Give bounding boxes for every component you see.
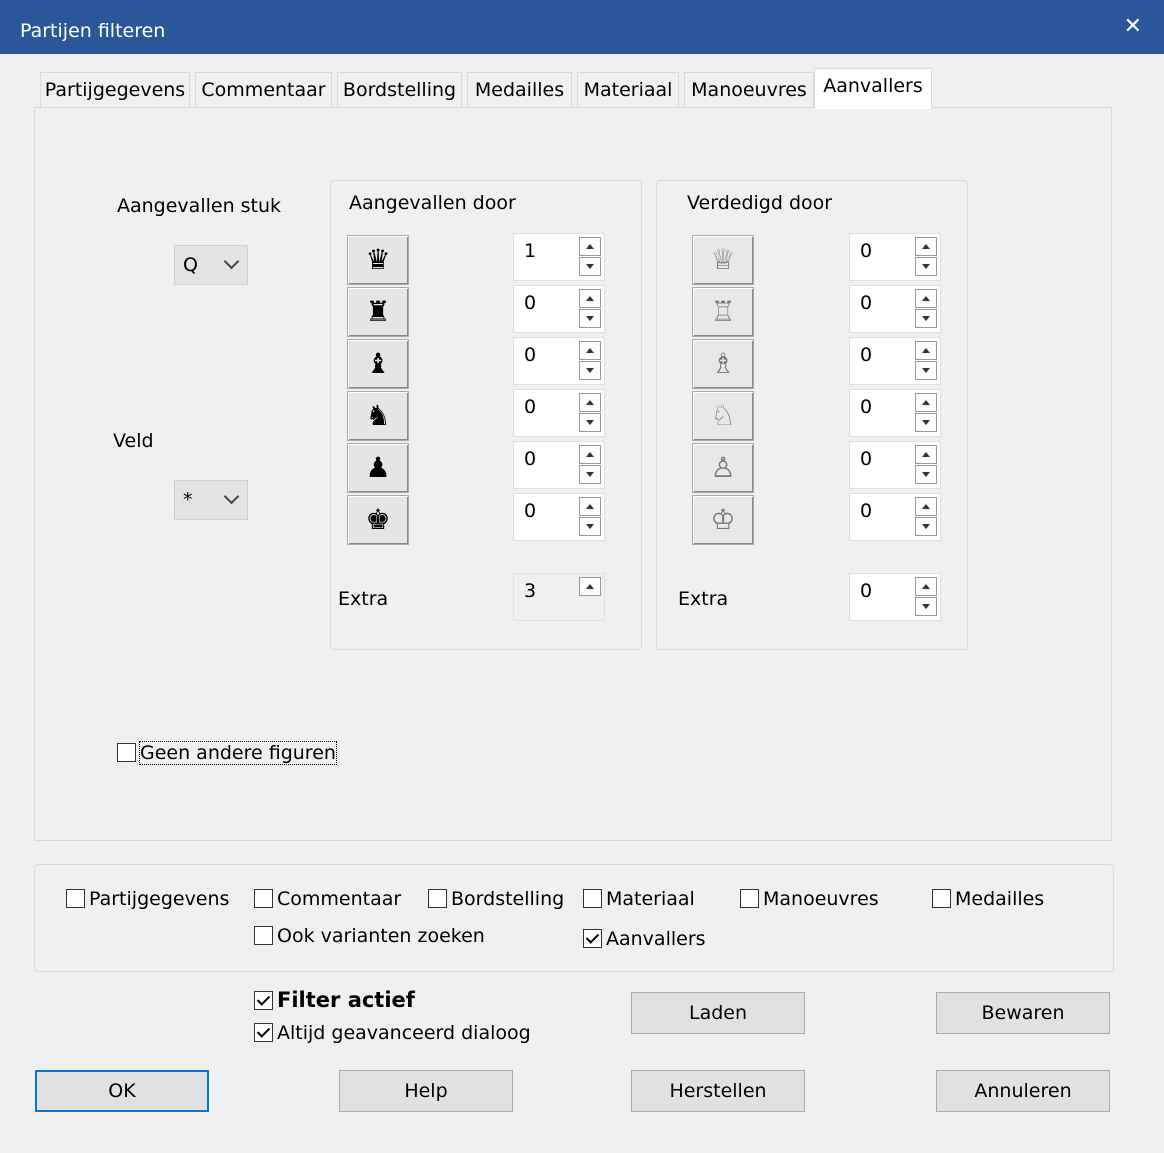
spin-down-icon[interactable] <box>579 465 601 484</box>
spin-up-icon[interactable] <box>915 497 937 516</box>
spin-down-icon[interactable] <box>579 257 601 276</box>
white-rook-icon[interactable]: ♖ <box>692 287 754 337</box>
annuleren-button[interactable]: Annuleren <box>936 1070 1110 1112</box>
attacked-by-title: Aangevallen door <box>349 192 516 214</box>
pawn-icon[interactable]: ♟ <box>347 443 409 493</box>
check-medailles[interactable]: Medailles <box>932 888 1044 910</box>
spin-up-icon[interactable] <box>915 237 937 256</box>
attacker-rook-spinner[interactable]: 0 <box>513 285 605 333</box>
spin-up-icon[interactable] <box>579 577 601 596</box>
spin-up-icon[interactable] <box>579 289 601 308</box>
spin-up-icon[interactable] <box>915 289 937 308</box>
help-button[interactable]: Help <box>339 1070 513 1112</box>
attacker-queen-spinner[interactable]: 1 <box>513 233 605 281</box>
spin-down-icon[interactable] <box>915 597 937 616</box>
attacked-piece-label: Aangevallen stuk <box>117 195 282 217</box>
white-king-icon[interactable]: ♔ <box>692 495 754 545</box>
check-aanvallers[interactable]: Aanvallers <box>583 928 706 950</box>
altijd-geavanceerd-checkbox[interactable]: Altijd geavanceerd dialoog <box>254 1022 531 1044</box>
attacker-bishop-spinner[interactable]: 0 <box>513 337 605 385</box>
attacker-extra-spinner[interactable]: 3 <box>513 573 605 621</box>
defender-queen-spinner[interactable]: 0 <box>849 233 941 281</box>
white-bishop-icon[interactable]: ♗ <box>692 339 754 389</box>
chevron-down-icon <box>223 488 240 505</box>
checkbox-box[interactable] <box>117 743 136 762</box>
attacker-knight-spinner[interactable]: 0 <box>513 389 605 437</box>
spin-down-icon[interactable] <box>915 413 937 432</box>
square-select[interactable]: * <box>174 480 248 520</box>
attacker-king-spinner[interactable]: 0 <box>513 493 605 541</box>
king-icon[interactable]: ♚ <box>347 495 409 545</box>
white-knight-icon[interactable]: ♘ <box>692 391 754 441</box>
spin-down-icon[interactable] <box>579 309 601 328</box>
defender-rook-spinner[interactable]: 0 <box>849 285 941 333</box>
attacker-pawn-spinner[interactable]: 0 <box>513 441 605 489</box>
defender-knight-spinner[interactable]: 0 <box>849 389 941 437</box>
check-varianten[interactable]: Ook varianten zoeken <box>254 925 485 947</box>
tab-commentaar[interactable]: Commentaar <box>195 72 332 107</box>
bewaren-button[interactable]: Bewaren <box>936 992 1110 1034</box>
spin-down-icon[interactable] <box>915 465 937 484</box>
bishop-icon[interactable]: ♝ <box>347 339 409 389</box>
spin-down-icon[interactable] <box>915 517 937 536</box>
tab-medailles[interactable]: Medailles <box>467 72 572 107</box>
check-commentaar[interactable]: Commentaar <box>254 888 401 910</box>
tab-materiaal[interactable]: Materiaal <box>577 72 679 107</box>
spin-down-icon[interactable] <box>915 257 937 276</box>
close-icon[interactable]: ✕ <box>1124 14 1142 39</box>
defender-king-spinner[interactable]: 0 <box>849 493 941 541</box>
filter-types-group <box>34 864 1114 972</box>
check-materiaal[interactable]: Materiaal <box>583 888 695 910</box>
spin-up-icon[interactable] <box>579 445 601 464</box>
attacker-extra-label: Extra <box>338 588 389 610</box>
ok-button[interactable]: OK <box>35 1070 209 1112</box>
spin-up-icon[interactable] <box>915 393 937 412</box>
check-manoeuvres[interactable]: Manoeuvres <box>740 888 879 910</box>
spin-up-icon[interactable] <box>915 445 937 464</box>
check-partijgegevens[interactable]: Partijgegevens <box>66 888 229 910</box>
queen-icon[interactable]: ♛ <box>347 235 409 285</box>
square-label: Veld <box>113 430 154 452</box>
tab-manoeuvres[interactable]: Manoeuvres <box>684 72 814 107</box>
spin-up-icon[interactable] <box>579 237 601 256</box>
spin-up-icon[interactable] <box>915 341 937 360</box>
spin-down-icon[interactable] <box>579 361 601 380</box>
spin-up-icon[interactable] <box>579 497 601 516</box>
white-queen-icon[interactable]: ♕ <box>692 235 754 285</box>
window-title: Partijen filteren <box>20 20 166 42</box>
spin-up-icon[interactable] <box>915 577 937 596</box>
spin-down-icon[interactable] <box>915 361 937 380</box>
spin-up-icon[interactable] <box>579 341 601 360</box>
defender-bishop-spinner[interactable]: 0 <box>849 337 941 385</box>
attacked-piece-select[interactable]: Q <box>174 245 248 285</box>
defender-extra-label: Extra <box>678 588 729 610</box>
defender-pawn-spinner[interactable]: 0 <box>849 441 941 489</box>
herstellen-button[interactable]: Herstellen <box>631 1070 805 1112</box>
title-bar: Partijen filteren ✕ <box>0 0 1164 54</box>
no-other-pieces-checkbox[interactable]: Geen andere figuren <box>117 741 337 765</box>
white-pawn-icon[interactable]: ♙ <box>692 443 754 493</box>
spin-down-icon[interactable] <box>579 413 601 432</box>
chevron-down-icon <box>223 253 240 270</box>
defended-by-title: Verdedigd door <box>687 192 833 214</box>
spin-up-icon[interactable] <box>579 393 601 412</box>
tab-bordstelling[interactable]: Bordstelling <box>337 72 462 107</box>
spin-down-icon[interactable] <box>915 309 937 328</box>
filter-actief-checkbox[interactable]: Filter actief <box>254 988 415 1012</box>
tab-partijgegevens[interactable]: Partijgegevens <box>40 72 190 107</box>
defender-extra-spinner[interactable]: 0 <box>849 573 941 621</box>
rook-icon[interactable]: ♜ <box>347 287 409 337</box>
laden-button[interactable]: Laden <box>631 992 805 1034</box>
check-bordstelling[interactable]: Bordstelling <box>428 888 564 910</box>
knight-icon[interactable]: ♞ <box>347 391 409 441</box>
spin-down-icon[interactable] <box>579 517 601 536</box>
tab-aanvallers[interactable]: Aanvallers <box>814 68 932 109</box>
